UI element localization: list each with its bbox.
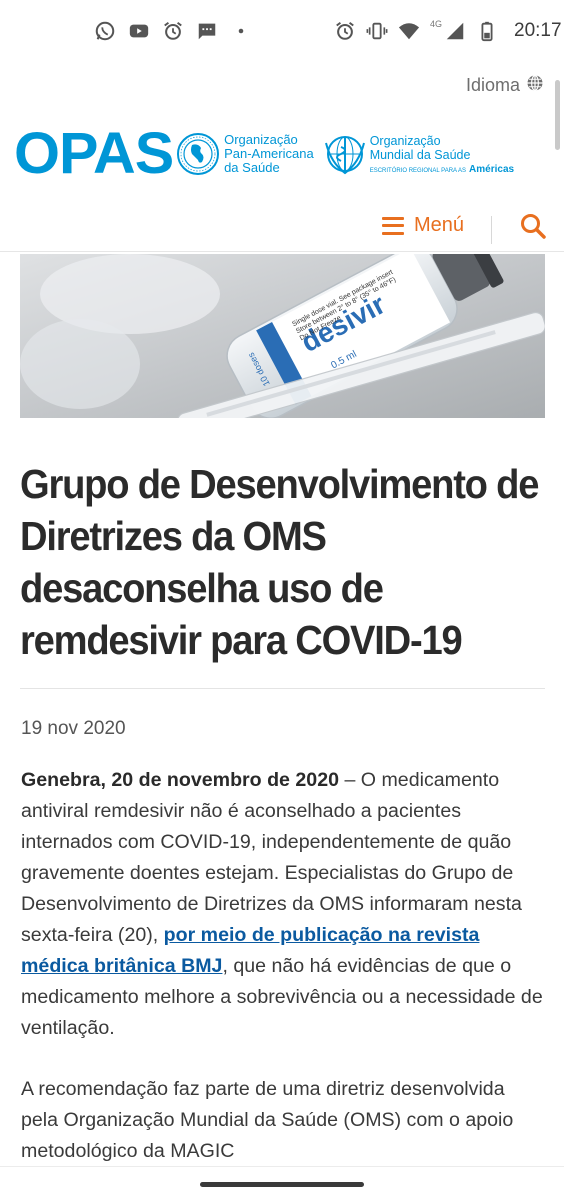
vibrate-icon [366,20,388,42]
language-label: Idioma [465,75,520,95]
status-bar-system: 4G 20:17 [334,19,562,42]
signal-icon [444,20,466,42]
system-navigation-bar [0,1166,564,1200]
status-bar: 4G 20:17 [0,0,564,64]
article-paragraph-2: A recomendação faz parte de uma diretriz… [21,1078,514,1162]
scrollbar-thumb[interactable] [555,80,560,150]
status-bar-notifications [94,20,252,42]
menu-button[interactable]: Menú [382,214,464,237]
clock: 20:17 [514,20,562,41]
whatsapp-icon [94,20,116,42]
nav-bar: Menú [0,208,564,252]
home-gesture-handle[interactable] [200,1182,364,1187]
dateline: Genebra, 20 de novembro de 2020 [21,769,339,791]
search-icon[interactable] [519,212,547,240]
message-icon [196,20,218,42]
youtube-icon [128,20,150,42]
hamburger-icon [382,216,404,235]
alarm-icon [334,20,356,42]
article-date: 19 nov 2020 [21,718,126,739]
menu-label: Menú [414,214,465,236]
opas-logo[interactable]: OPAS [14,125,174,183]
nav-divider [491,216,492,244]
paho-seal-icon [177,133,220,175]
dot-icon [230,20,252,42]
title-divider [20,688,545,689]
alarm-icon [162,20,184,42]
battery-icon [476,20,498,42]
language-selector[interactable]: Idioma [466,74,544,97]
site-header: OPAS Organização Pan-Americana da Saúde … [14,124,554,184]
article-title: Grupo de Desenvolvimento de Diretrizes d… [20,461,539,663]
article-paragraph-1: Genebra, 20 de novembro de 2020 – O medi… [21,769,543,1039]
wifi-icon [398,20,420,42]
network-type: 4G [430,19,443,29]
who-name: Organização Mundial da Saúde ESCRITÓRIO … [369,133,515,175]
paho-name: Organização Pan-Americana da Saúde [224,132,314,175]
who-emblem-icon [324,136,365,175]
globe-icon [526,74,544,97]
article-hero-image: desivir Single dose vial. See package in… [20,254,545,418]
